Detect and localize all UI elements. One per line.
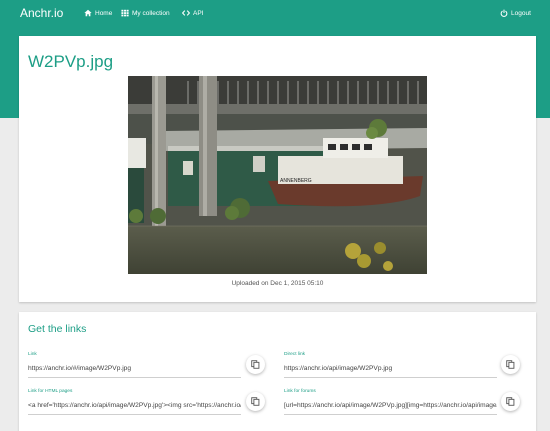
nav-api[interactable]: API <box>182 9 203 17</box>
copy-icon <box>251 397 260 406</box>
copy-html-link-button[interactable] <box>246 392 265 411</box>
links-title: Get the links <box>28 323 87 335</box>
boat-name: ANNENBERG <box>280 178 312 184</box>
link-field[interactable]: Link https://anchr.io/#/image/W2PVp.jpg <box>28 352 241 382</box>
links-card: Get the links Link https://anchr.io/#/im… <box>19 312 536 431</box>
home-icon <box>84 9 92 17</box>
top-navbar: Anchr.io Home My collection API Logout <box>0 0 550 27</box>
brand-logo[interactable]: Anchr.io <box>20 6 63 20</box>
link-value[interactable]: https://anchr.io/#/image/W2PVp.jpg <box>28 365 241 372</box>
nav-logout[interactable]: Logout <box>500 9 531 17</box>
copy-icon <box>251 360 260 369</box>
direct-link-field[interactable]: Direct link https://anchr.io/api/image/W… <box>284 352 497 382</box>
direct-link-label: Direct link <box>284 352 306 357</box>
link-label: Link <box>28 352 37 357</box>
upload-date: Uploaded on Dec 1, 2015 05:10 <box>231 280 324 287</box>
image-filename: W2PVp.jpg <box>28 52 114 71</box>
nav-home-label: Home <box>95 9 113 17</box>
power-icon <box>500 9 508 17</box>
copy-icon <box>506 397 515 406</box>
copy-icon <box>506 360 515 369</box>
nav-my-collection-label: My collection <box>132 9 170 17</box>
copy-link-button[interactable] <box>246 355 265 374</box>
copy-direct-link-button[interactable] <box>501 355 520 374</box>
nav-api-label: API <box>193 9 204 17</box>
image-card: W2PVp.jpg ANNENBERG Uploaded on Dec 1, 2… <box>19 36 536 302</box>
forum-link-field[interactable]: Link for forums [url=https://anchr.io/ap… <box>284 389 497 419</box>
nav-home[interactable]: Home <box>84 9 112 17</box>
grid-icon <box>121 9 129 17</box>
nav-logout-label: Logout <box>511 9 531 17</box>
forum-link-label: Link for forums <box>284 389 316 394</box>
field-underline <box>284 414 497 415</box>
field-underline <box>28 414 241 415</box>
code-icon <box>182 10 190 16</box>
forum-link-value[interactable]: [url=https://anchr.io/api/image/W2PVp.jp… <box>284 402 497 409</box>
nav-my-collection[interactable]: My collection <box>121 9 170 17</box>
copy-forum-link-button[interactable] <box>501 392 520 411</box>
html-link-field[interactable]: Link for HTML pages <a href='https://anc… <box>28 389 241 419</box>
field-underline <box>28 377 241 378</box>
direct-link-value[interactable]: https://anchr.io/api/image/W2PVp.jpg <box>284 365 497 372</box>
html-link-label: Link for HTML pages <box>28 389 73 394</box>
uploaded-photo[interactable]: ANNENBERG <box>128 76 427 274</box>
html-link-value[interactable]: <a href='https://anchr.io/api/image/W2PV… <box>28 402 241 409</box>
field-underline <box>284 377 497 378</box>
